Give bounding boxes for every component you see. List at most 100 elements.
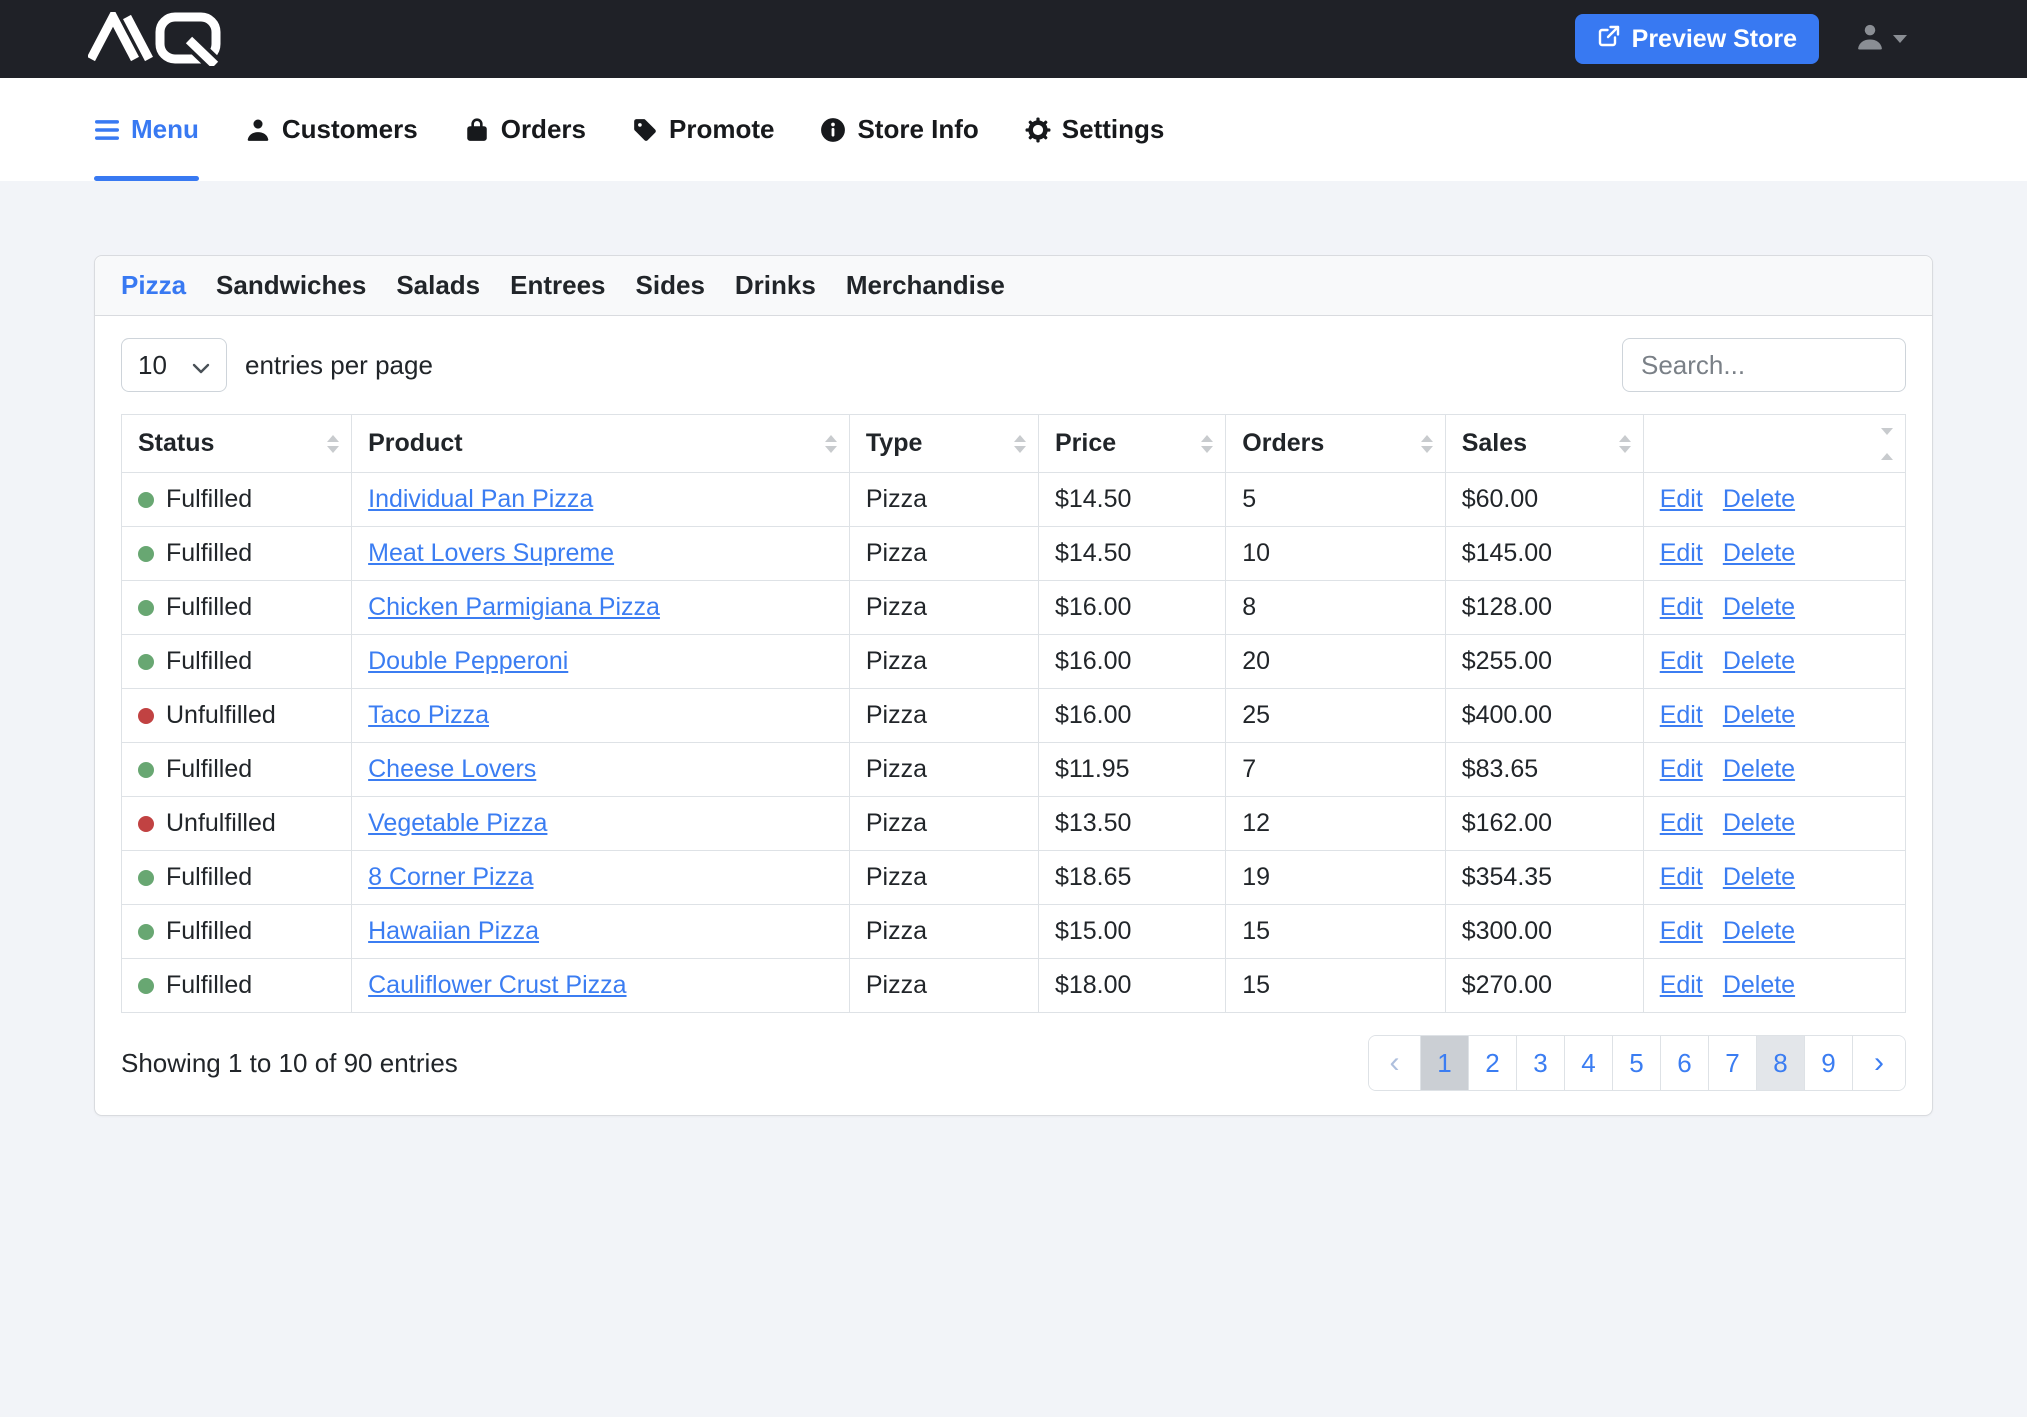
person-icon	[245, 117, 271, 143]
actions-cell: Edit Delete	[1643, 851, 1905, 905]
status-label: Fulfilled	[166, 593, 252, 621]
status-dot-icon	[138, 708, 154, 724]
preview-store-button[interactable]: Preview Store	[1575, 14, 1819, 64]
edit-link[interactable]: Edit	[1660, 863, 1703, 891]
pagination-next-button[interactable]: ›	[1853, 1036, 1905, 1090]
pagination-page-4[interactable]: 4	[1565, 1036, 1613, 1090]
column-header-sales[interactable]: Sales	[1445, 415, 1643, 473]
edit-link[interactable]: Edit	[1660, 485, 1703, 513]
tab-entrees[interactable]: Entrees	[510, 270, 605, 301]
product-link[interactable]: Individual Pan Pizza	[368, 485, 593, 513]
sort-arrows-icon	[825, 435, 837, 453]
delete-link[interactable]: Delete	[1723, 971, 1795, 999]
product-link[interactable]: Chicken Parmigiana Pizza	[368, 593, 660, 621]
type-cell: Pizza	[849, 797, 1038, 851]
type-cell: Pizza	[849, 959, 1038, 1013]
hamburger-icon	[94, 118, 120, 142]
pagination-page-8[interactable]: 8	[1757, 1036, 1805, 1090]
nav-item-customers[interactable]: Customers	[245, 78, 418, 181]
column-header-orders[interactable]: Orders	[1226, 415, 1445, 473]
product-link[interactable]: Cauliflower Crust Pizza	[368, 971, 626, 999]
person-icon	[1855, 22, 1885, 57]
external-link-icon	[1597, 24, 1621, 55]
column-header-status[interactable]: Status	[122, 415, 352, 473]
tab-sandwiches[interactable]: Sandwiches	[216, 270, 366, 301]
sort-arrows-icon	[1014, 435, 1026, 453]
pagination-page-5[interactable]: 5	[1613, 1036, 1661, 1090]
status-dot-icon	[138, 762, 154, 778]
delete-link[interactable]: Delete	[1723, 485, 1795, 513]
pagination-page-6[interactable]: 6	[1661, 1036, 1709, 1090]
type-cell: Pizza	[849, 581, 1038, 635]
delete-link[interactable]: Delete	[1723, 863, 1795, 891]
delete-link[interactable]: Delete	[1723, 647, 1795, 675]
product-link[interactable]: Hawaiian Pizza	[368, 917, 539, 945]
edit-link[interactable]: Edit	[1660, 755, 1703, 783]
status-label: Unfulfilled	[166, 809, 276, 837]
tab-sides[interactable]: Sides	[636, 270, 705, 301]
table-row: Fulfilled Individual Pan Pizza Pizza $14…	[122, 473, 1906, 527]
pagination-page-2[interactable]: 2	[1469, 1036, 1517, 1090]
delete-link[interactable]: Delete	[1723, 701, 1795, 729]
status-dot-icon	[138, 924, 154, 940]
edit-link[interactable]: Edit	[1660, 593, 1703, 621]
sales-cell: $354.35	[1445, 851, 1643, 905]
product-link[interactable]: 8 Corner Pizza	[368, 863, 533, 891]
pagination-page-1[interactable]: 1	[1421, 1036, 1469, 1090]
orders-cell: 8	[1226, 581, 1445, 635]
nav-item-store-info[interactable]: Store Info	[820, 78, 978, 181]
product-link[interactable]: Taco Pizza	[368, 701, 489, 729]
nav-item-settings[interactable]: Settings	[1025, 78, 1165, 181]
price-cell: $11.95	[1038, 743, 1225, 797]
delete-link[interactable]: Delete	[1723, 755, 1795, 783]
orders-cell: 19	[1226, 851, 1445, 905]
edit-link[interactable]: Edit	[1660, 809, 1703, 837]
status-label: Fulfilled	[166, 917, 252, 945]
pagination-page-7[interactable]: 7	[1709, 1036, 1757, 1090]
status-label: Fulfilled	[166, 755, 252, 783]
product-link[interactable]: Meat Lovers Supreme	[368, 539, 614, 567]
column-header-actions[interactable]	[1643, 415, 1905, 473]
edit-link[interactable]: Edit	[1660, 647, 1703, 675]
product-cell: Meat Lovers Supreme	[352, 527, 850, 581]
status-label: Fulfilled	[166, 539, 252, 567]
search-input[interactable]	[1622, 338, 1906, 392]
product-link[interactable]: Double Pepperoni	[368, 647, 568, 675]
nav-item-promote[interactable]: Promote	[632, 78, 774, 181]
tab-drinks[interactable]: Drinks	[735, 270, 816, 301]
table-row: Fulfilled 8 Corner Pizza Pizza $18.65 19…	[122, 851, 1906, 905]
price-cell: $16.00	[1038, 635, 1225, 689]
type-cell: Pizza	[849, 905, 1038, 959]
column-header-type[interactable]: Type	[849, 415, 1038, 473]
edit-link[interactable]: Edit	[1660, 539, 1703, 567]
edit-link[interactable]: Edit	[1660, 971, 1703, 999]
products-table: Status Product Type Price Orders Sales F…	[121, 414, 1906, 1013]
product-link[interactable]: Cheese Lovers	[368, 755, 536, 783]
orders-cell: 20	[1226, 635, 1445, 689]
product-cell: Double Pepperoni	[352, 635, 850, 689]
nav-item-menu[interactable]: Menu	[94, 78, 199, 181]
tab-pizza[interactable]: Pizza	[121, 270, 186, 301]
account-menu[interactable]	[1855, 22, 1907, 57]
pagination-page-3[interactable]: 3	[1517, 1036, 1565, 1090]
pagination-page-9[interactable]: 9	[1805, 1036, 1853, 1090]
delete-link[interactable]: Delete	[1723, 539, 1795, 567]
product-link[interactable]: Vegetable Pizza	[368, 809, 547, 837]
nav-item-orders[interactable]: Orders	[464, 78, 586, 181]
edit-link[interactable]: Edit	[1660, 917, 1703, 945]
tab-merchandise[interactable]: Merchandise	[846, 270, 1005, 301]
column-header-product[interactable]: Product	[352, 415, 850, 473]
product-cell: Vegetable Pizza	[352, 797, 850, 851]
orders-cell: 15	[1226, 905, 1445, 959]
pagination-prev-button[interactable]: ‹	[1369, 1036, 1421, 1090]
tab-salads[interactable]: Salads	[396, 270, 480, 301]
delete-link[interactable]: Delete	[1723, 593, 1795, 621]
delete-link[interactable]: Delete	[1723, 809, 1795, 837]
entries-per-page-select[interactable]: 10	[121, 338, 227, 392]
edit-link[interactable]: Edit	[1660, 701, 1703, 729]
column-header-price[interactable]: Price	[1038, 415, 1225, 473]
shopping-bag-icon	[464, 117, 490, 143]
delete-link[interactable]: Delete	[1723, 917, 1795, 945]
status-cell: Fulfilled	[122, 527, 352, 581]
status-label: Fulfilled	[166, 971, 252, 999]
